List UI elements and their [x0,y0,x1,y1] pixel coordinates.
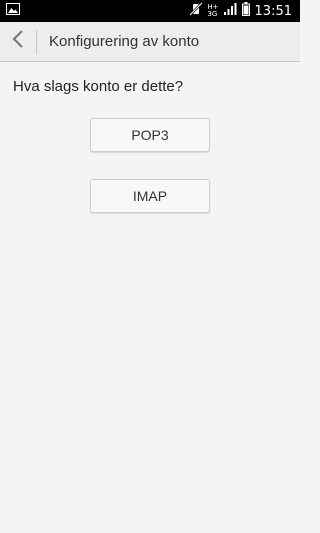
status-left [6,2,20,20]
action-bar-divider [36,29,37,54]
image-notification-icon [6,2,20,20]
action-bar: Konfigurering av konto [0,22,300,62]
account-type-question: Hva slags konto er dette? [13,78,184,95]
status-bar: H+ 3G 13:51 [0,0,300,22]
chevron-left-icon [12,29,24,54]
signal-icon [223,2,237,20]
page-title: Konfigurering av konto [49,33,200,50]
network-type-bottom: 3G [207,10,218,18]
imap-button[interactable]: IMAP [90,179,210,213]
network-type-label: H+ 3G [207,4,218,18]
status-time: 13:51 [254,3,292,19]
pop3-button[interactable]: POP3 [90,118,210,152]
status-right: H+ 3G 13:51 [189,1,292,21]
back-button[interactable] [0,22,36,62]
vibrate-off-icon [189,1,204,21]
battery-icon [241,1,250,21]
